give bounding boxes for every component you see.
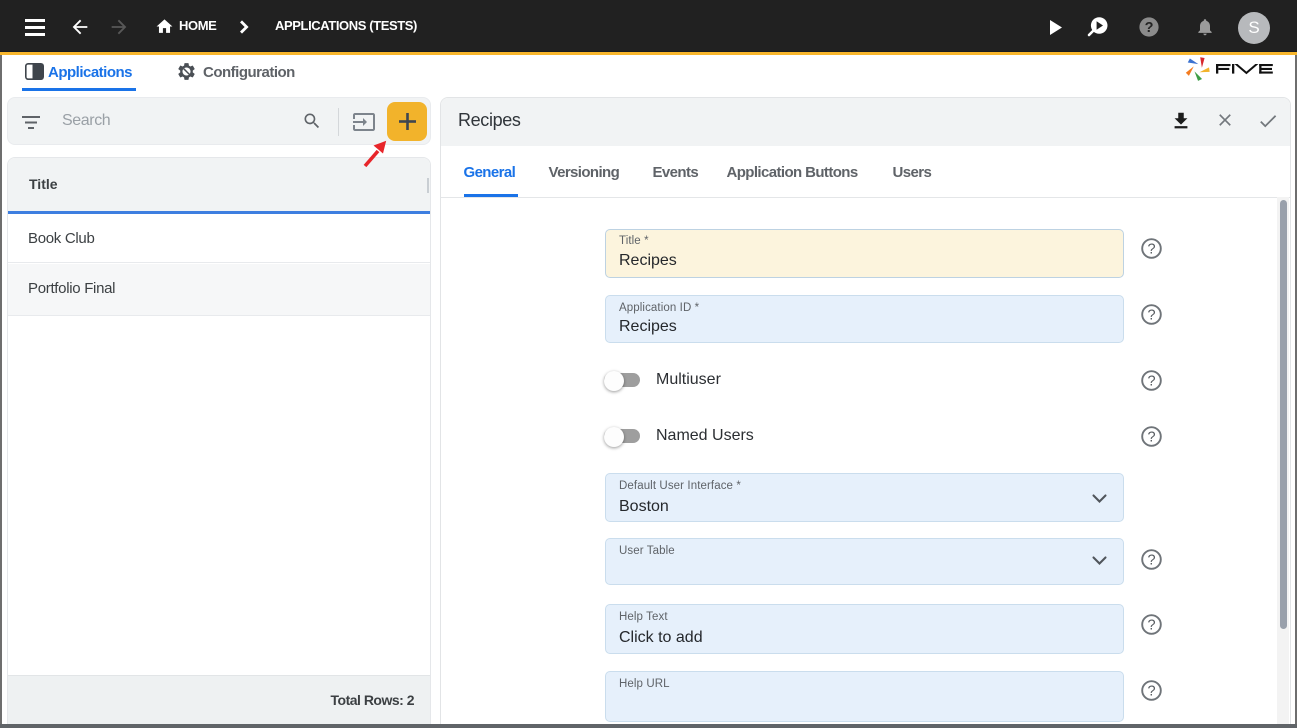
svg-text:?: ? <box>1147 373 1155 389</box>
svg-text:?: ? <box>1147 552 1155 568</box>
svg-text:?: ? <box>1147 241 1155 257</box>
svg-text:?: ? <box>1147 617 1155 633</box>
svg-text:?: ? <box>1145 20 1154 36</box>
svg-text:?: ? <box>1147 307 1155 323</box>
svg-text:?: ? <box>1147 429 1155 445</box>
svg-text:?: ? <box>1147 683 1155 699</box>
